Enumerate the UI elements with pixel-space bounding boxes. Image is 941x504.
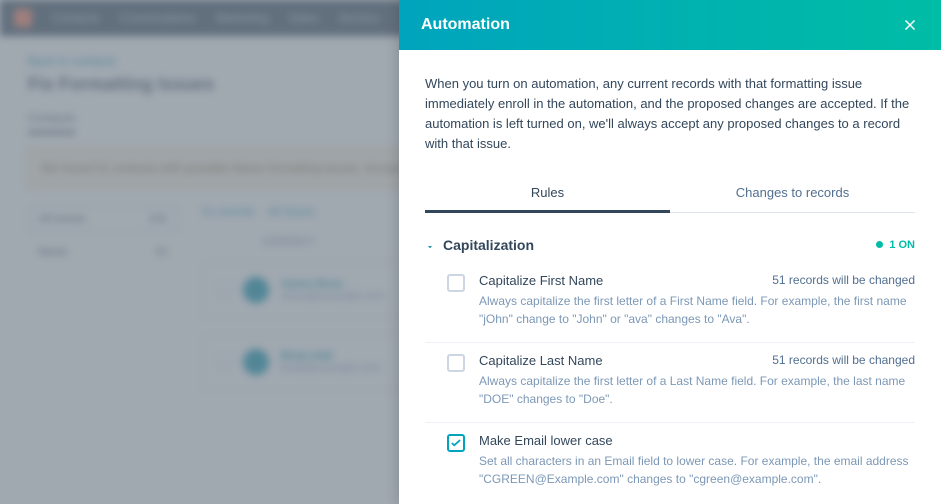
chevron-down-icon bbox=[425, 240, 435, 250]
automation-panel: Automation When you turn on automation, … bbox=[399, 0, 941, 504]
status-badge-on: 1 ON bbox=[876, 239, 915, 251]
intro-text: When you turn on automation, any current… bbox=[425, 74, 915, 155]
status-dot-icon bbox=[876, 241, 883, 248]
rule-capitalize-first-name: Capitalize First Name 51 records will be… bbox=[425, 263, 915, 343]
checkbox-capitalize-last-name[interactable] bbox=[447, 354, 465, 372]
rule-count: 51 records will be changed bbox=[772, 273, 915, 287]
rule-description: Always capitalize the first letter of a … bbox=[479, 372, 915, 408]
tab-rules[interactable]: Rules bbox=[425, 175, 670, 213]
tabs: Rules Changes to records bbox=[425, 175, 915, 213]
rule-name: Capitalize Last Name bbox=[479, 353, 603, 368]
panel-title: Automation bbox=[421, 16, 510, 34]
section-header-capitalization[interactable]: Capitalization 1 ON bbox=[425, 231, 915, 263]
close-icon[interactable] bbox=[901, 16, 919, 34]
rule-description: Always capitalize the first letter of a … bbox=[479, 292, 915, 328]
section-capitalization: Capitalization 1 ON Capitalize First Nam… bbox=[425, 231, 915, 502]
rule-name: Capitalize First Name bbox=[479, 273, 603, 288]
tab-changes[interactable]: Changes to records bbox=[670, 175, 915, 212]
section-title: Capitalization bbox=[443, 237, 534, 253]
rule-description: Set all characters in an Email field to … bbox=[479, 452, 915, 488]
rule-count: 51 records will be changed bbox=[772, 353, 915, 367]
rule-email-lowercase: Make Email lower case Set all characters… bbox=[425, 423, 915, 502]
checkbox-email-lowercase[interactable] bbox=[447, 434, 465, 452]
panel-header: Automation bbox=[399, 0, 941, 50]
panel-body: When you turn on automation, any current… bbox=[399, 50, 941, 504]
rule-capitalize-last-name: Capitalize Last Name 51 records will be … bbox=[425, 343, 915, 423]
rule-name: Make Email lower case bbox=[479, 433, 613, 448]
checkbox-capitalize-first-name[interactable] bbox=[447, 274, 465, 292]
